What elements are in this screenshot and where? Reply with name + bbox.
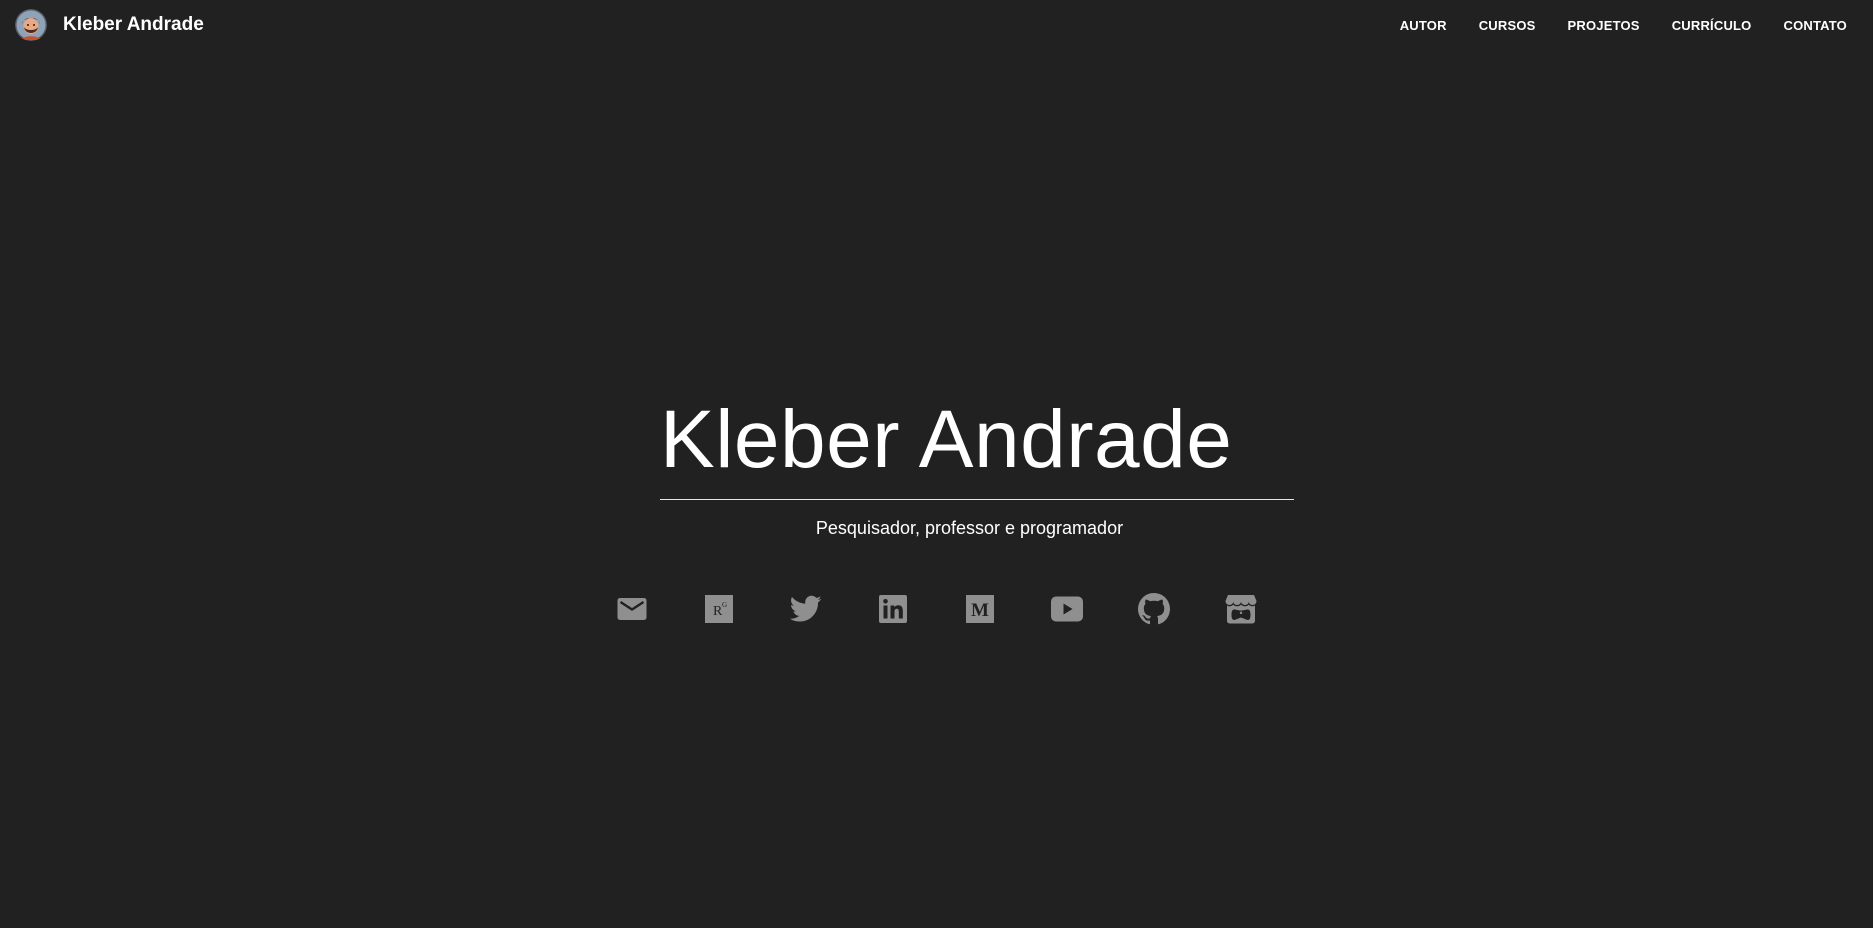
page: Kleber Andrade AUTOR CURSOS PROJETOS CUR… <box>0 0 1873 928</box>
twitter-link[interactable] <box>789 592 823 626</box>
svg-text:G: G <box>722 601 727 609</box>
youtube-icon <box>1051 596 1083 622</box>
brand-link[interactable]: Kleber Andrade <box>15 9 204 41</box>
email-icon <box>617 598 647 620</box>
itchio-icon <box>1225 595 1257 624</box>
nav-link-autor[interactable]: AUTOR <box>1384 0 1463 52</box>
researchgate-link[interactable]: R G <box>702 592 736 626</box>
hero-title: Kleber Andrade <box>660 394 1233 485</box>
itchio-link[interactable] <box>1224 592 1258 626</box>
nav-link-cursos[interactable]: CURSOS <box>1463 0 1552 52</box>
nav-links: AUTOR CURSOS PROJETOS CURRÍCULO CONTATO <box>1384 0 1863 52</box>
email-link[interactable] <box>615 592 649 626</box>
hero-divider <box>660 499 1294 500</box>
github-icon <box>1138 593 1170 625</box>
hero-subtitle: Pesquisador, professor e programador <box>815 518 1124 538</box>
medium-link[interactable]: M <box>963 592 997 626</box>
social-links: R G M <box>0 592 1873 626</box>
linkedin-icon <box>879 595 907 623</box>
brand-name: Kleber Andrade <box>63 14 204 35</box>
nav-link-curriculo[interactable]: CURRÍCULO <box>1656 0 1768 52</box>
svg-text:M: M <box>971 600 989 621</box>
twitter-icon <box>790 595 822 622</box>
avatar <box>15 9 47 41</box>
nav-link-contato[interactable]: CONTATO <box>1767 0 1863 52</box>
top-navbar: Kleber Andrade AUTOR CURSOS PROJETOS CUR… <box>0 0 1873 52</box>
medium-icon: M <box>966 595 994 623</box>
researchgate-icon: R G <box>705 595 733 623</box>
github-link[interactable] <box>1137 592 1171 626</box>
hero-section: Kleber Andrade Pesquisador, professor e … <box>0 0 1873 928</box>
youtube-link[interactable] <box>1050 592 1084 626</box>
nav-link-projetos[interactable]: PROJETOS <box>1552 0 1656 52</box>
linkedin-link[interactable] <box>876 592 910 626</box>
